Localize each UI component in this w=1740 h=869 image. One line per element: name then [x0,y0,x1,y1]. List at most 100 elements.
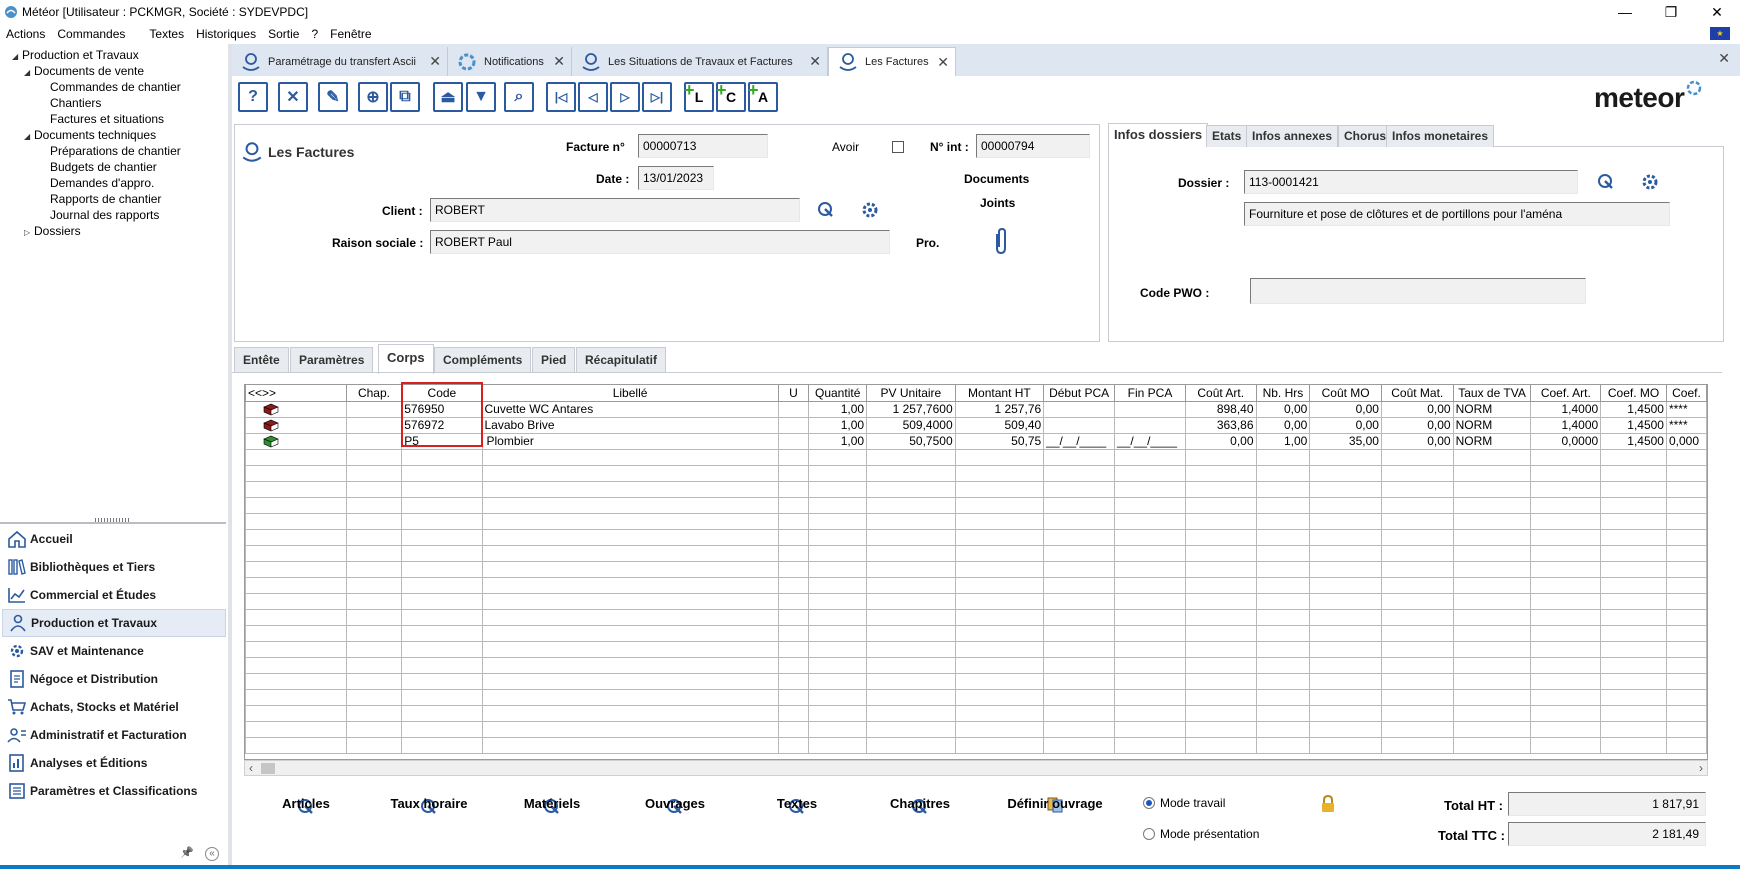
empty-cell[interactable] [345,672,403,690]
empty-cell[interactable] [1114,704,1186,722]
empty-cell[interactable] [1043,544,1116,562]
menu-commandes[interactable]: Commandes [51,27,131,41]
empty-cell[interactable] [777,544,810,562]
empty-cell[interactable] [1255,464,1311,482]
tree-item-preparations[interactable]: Préparations de chantier [50,144,181,158]
empty-row[interactable] [245,736,1707,754]
cell-cmo[interactable]: 35,00 [1309,432,1382,450]
col-debut-pca[interactable]: Début PCA [1043,385,1116,402]
empty-cell[interactable] [954,528,1045,546]
code-pwo-field[interactable] [1250,278,1586,304]
empty-cell[interactable] [808,512,868,530]
empty-cell[interactable] [1114,640,1186,658]
empty-cell[interactable] [1452,592,1532,610]
empty-cell[interactable] [1184,480,1257,498]
tree-item-factures-situations[interactable]: Factures et situations [50,112,164,126]
empty-cell[interactable] [1043,512,1116,530]
empty-cell[interactable] [481,464,779,482]
empty-cell[interactable] [808,576,868,594]
cell-cart[interactable]: 363,86 [1184,416,1257,434]
empty-cell[interactable] [481,720,779,738]
empty-cell[interactable] [1043,720,1116,738]
empty-cell[interactable] [777,688,810,706]
empty-cell[interactable] [245,496,347,514]
empty-cell[interactable] [1255,544,1311,562]
empty-cell[interactable] [954,720,1045,738]
cancel-button[interactable]: ✕ [278,82,308,112]
col-fin-pca[interactable]: Fin PCA [1114,385,1186,402]
empty-cell[interactable] [1665,448,1707,466]
empty-cell[interactable] [954,640,1045,658]
empty-cell[interactable] [1043,448,1116,466]
empty-cell[interactable] [245,720,347,738]
nav-achats[interactable]: Achats, Stocks et Matériel [2,693,226,721]
cell-coefmo[interactable]: 1,4500 [1600,416,1667,434]
empty-cell[interactable] [1452,480,1532,498]
empty-cell[interactable] [1043,656,1116,674]
empty-cell[interactable] [1452,448,1532,466]
empty-cell[interactable] [1665,528,1707,546]
empty-cell[interactable] [1255,656,1311,674]
empty-cell[interactable] [345,528,403,546]
last-record-button[interactable]: ▷| [642,82,672,112]
empty-cell[interactable] [1380,608,1454,626]
empty-cell[interactable] [1530,704,1602,722]
search-dossier-icon[interactable] [1596,172,1616,192]
lock-icon[interactable] [1320,794,1336,814]
empty-cell[interactable] [954,624,1045,642]
empty-cell[interactable] [1043,528,1116,546]
empty-cell[interactable] [1255,576,1311,594]
empty-cell[interactable] [1114,688,1186,706]
empty-cell[interactable] [866,480,956,498]
nav-negoce[interactable]: Négoce et Distribution [2,665,226,693]
empty-cell[interactable] [1309,736,1382,754]
first-record-button[interactable]: |◁ [546,82,576,112]
empty-cell[interactable] [1380,624,1454,642]
empty-cell[interactable] [808,480,868,498]
empty-cell[interactable] [1600,624,1667,642]
empty-cell[interactable] [1600,480,1667,498]
empty-cell[interactable] [808,544,868,562]
empty-cell[interactable] [1600,560,1667,578]
empty-cell[interactable] [1452,672,1532,690]
empty-cell[interactable] [1309,656,1382,674]
empty-cell[interactable] [1184,496,1257,514]
empty-cell[interactable] [1114,512,1186,530]
empty-cell[interactable] [1043,624,1116,642]
empty-cell[interactable] [777,736,810,754]
empty-cell[interactable] [401,448,483,466]
empty-cell[interactable] [481,544,779,562]
empty-cell[interactable] [1309,672,1382,690]
empty-cell[interactable] [1184,672,1257,690]
dossier-description-field[interactable]: Fourniture et pose de clôtures et de por… [1244,202,1670,226]
nav-sav[interactable]: SAV et Maintenance [2,637,226,665]
col-coef[interactable]: Coef. [1665,385,1707,402]
empty-row[interactable] [245,464,1707,482]
empty-cell[interactable] [1665,608,1707,626]
empty-cell[interactable] [1530,560,1602,578]
empty-row[interactable] [245,576,1707,594]
cell-fin[interactable] [1114,416,1186,434]
empty-cell[interactable] [1452,656,1532,674]
nint-field[interactable]: 00000794 [976,134,1090,158]
cell-cmat[interactable]: 0,00 [1380,400,1454,418]
empty-cell[interactable] [401,592,483,610]
empty-cell[interactable] [1043,480,1116,498]
empty-cell[interactable] [345,464,403,482]
empty-cell[interactable] [1309,592,1382,610]
empty-cell[interactable] [954,544,1045,562]
empty-cell[interactable] [1309,480,1382,498]
empty-cell[interactable] [1600,576,1667,594]
cell-cmo[interactable]: 0,00 [1309,400,1382,418]
empty-row[interactable] [245,688,1707,706]
empty-cell[interactable] [245,448,347,466]
empty-cell[interactable] [1600,464,1667,482]
empty-cell[interactable] [866,688,956,706]
col-code[interactable]: Code [401,385,483,402]
empty-cell[interactable] [1600,448,1667,466]
empty-cell[interactable] [777,624,810,642]
empty-cell[interactable] [808,656,868,674]
tree-item-documents-vente[interactable]: ◢ Documents de vente [24,64,144,78]
empty-cell[interactable] [954,448,1045,466]
empty-cell[interactable] [1043,576,1116,594]
